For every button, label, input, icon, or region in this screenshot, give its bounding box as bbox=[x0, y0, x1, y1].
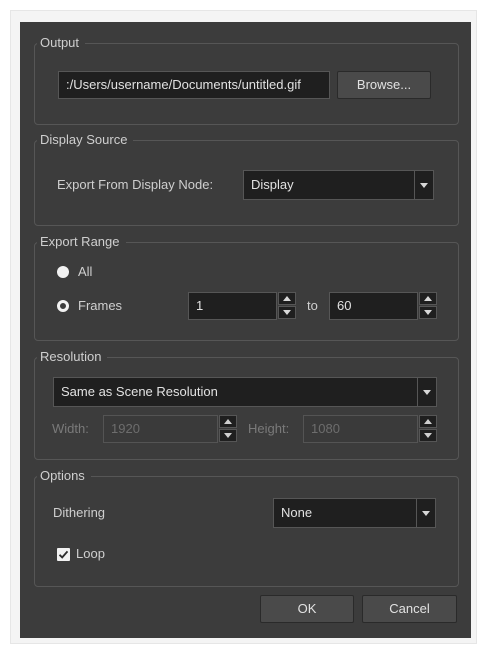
checkmark-icon bbox=[58, 550, 69, 559]
cancel-button[interactable]: Cancel bbox=[362, 595, 457, 623]
height-stepper[interactable] bbox=[419, 415, 437, 443]
chevron-down-icon[interactable] bbox=[416, 499, 435, 527]
export-from-display-node-label: Export From Display Node: bbox=[57, 177, 214, 192]
radio-frames-label: Frames bbox=[78, 298, 123, 313]
browse-button[interactable]: Browse... bbox=[337, 71, 431, 99]
stepper-up-icon[interactable] bbox=[219, 415, 237, 428]
resolution-group-title: Resolution bbox=[37, 349, 108, 365]
range-end-input[interactable]: 60 bbox=[329, 292, 418, 320]
height-label: Height: bbox=[248, 421, 290, 436]
stepper-up-icon[interactable] bbox=[419, 415, 437, 428]
resolution-group: Resolution Same as Scene Resolution Widt… bbox=[34, 349, 459, 460]
output-group: Output :/Users/username/Documents/untitl… bbox=[34, 35, 459, 125]
radio-frames[interactable] bbox=[57, 300, 69, 312]
ok-button[interactable]: OK bbox=[260, 595, 354, 623]
stepper-down-icon[interactable] bbox=[419, 429, 437, 442]
width-input[interactable]: 1920 bbox=[103, 415, 218, 443]
width-stepper[interactable] bbox=[219, 415, 237, 443]
resolution-preset-dropdown[interactable]: Same as Scene Resolution bbox=[53, 377, 437, 407]
display-source-group: Display Source Export From Display Node:… bbox=[34, 132, 459, 226]
options-group: Options Dithering None Loop bbox=[34, 468, 459, 587]
export-gif-dialog: Output :/Users/username/Documents/untitl… bbox=[20, 22, 471, 638]
range-start-stepper[interactable] bbox=[278, 292, 296, 320]
chevron-down-icon[interactable] bbox=[414, 171, 433, 199]
range-to-label: to bbox=[307, 298, 318, 313]
display-source-group-title: Display Source bbox=[37, 132, 134, 148]
stepper-down-icon[interactable] bbox=[278, 306, 296, 319]
resolution-preset-value: Same as Scene Resolution bbox=[61, 384, 218, 399]
dithering-dropdown[interactable]: None bbox=[273, 498, 436, 528]
export-range-group: Export Range All Frames 1 to 60 bbox=[34, 234, 459, 341]
radio-all[interactable] bbox=[57, 266, 69, 278]
display-node-dropdown[interactable]: Display bbox=[243, 170, 434, 200]
loop-label: Loop bbox=[76, 546, 105, 561]
stepper-down-icon[interactable] bbox=[419, 306, 437, 319]
stepper-up-icon[interactable] bbox=[419, 292, 437, 305]
output-group-title: Output bbox=[37, 35, 86, 51]
output-path-field[interactable]: :/Users/username/Documents/untitled.gif bbox=[58, 71, 330, 99]
chevron-down-icon[interactable] bbox=[417, 378, 436, 406]
range-start-input[interactable]: 1 bbox=[188, 292, 277, 320]
options-group-title: Options bbox=[37, 468, 91, 484]
loop-checkbox[interactable] bbox=[57, 548, 70, 561]
display-node-value: Display bbox=[251, 177, 294, 192]
height-input[interactable]: 1080 bbox=[303, 415, 418, 443]
width-label: Width: bbox=[52, 421, 89, 436]
export-range-group-title: Export Range bbox=[37, 234, 126, 250]
stepper-down-icon[interactable] bbox=[219, 429, 237, 442]
range-end-stepper[interactable] bbox=[419, 292, 437, 320]
dithering-value: None bbox=[281, 505, 313, 520]
stepper-up-icon[interactable] bbox=[278, 292, 296, 305]
radio-all-label: All bbox=[78, 264, 93, 279]
dithering-label: Dithering bbox=[53, 505, 106, 520]
